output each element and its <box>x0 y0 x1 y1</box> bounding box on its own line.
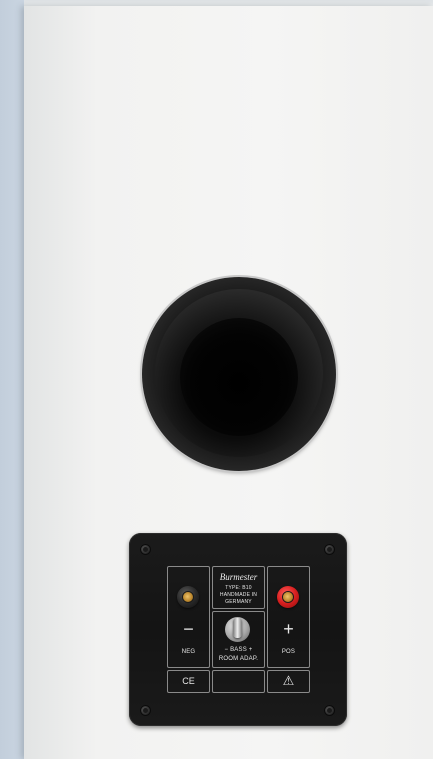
bass-switch-lever[interactable] <box>233 618 242 638</box>
neg-label: NEG <box>181 649 196 655</box>
blank-cell <box>212 670 265 693</box>
negative-binding-post[interactable] <box>177 586 199 608</box>
screw-icon <box>324 705 335 716</box>
room-adaptation-label: ROOM ADAP. <box>218 656 259 662</box>
negative-sign: − <box>183 619 194 639</box>
brand-logo: Burmester <box>219 572 258 582</box>
ce-mark-icon: CE <box>182 676 195 686</box>
bass-reflex-port-opening <box>180 318 298 436</box>
screw-icon <box>140 705 151 716</box>
screw-icon <box>140 544 151 555</box>
type-label: TYPE: B10 <box>225 585 252 591</box>
pos-label: POS <box>281 649 296 655</box>
warning-triangle-icon: ⚠ <box>282 673 295 688</box>
origin-label-1: HANDMADE IN <box>219 592 258 598</box>
positive-sign: + <box>283 619 294 639</box>
origin-label-2: GERMANY <box>225 599 252 605</box>
positive-binding-post[interactable] <box>277 586 299 608</box>
bass-label: − BASS + <box>224 647 253 653</box>
screw-icon <box>324 544 335 555</box>
